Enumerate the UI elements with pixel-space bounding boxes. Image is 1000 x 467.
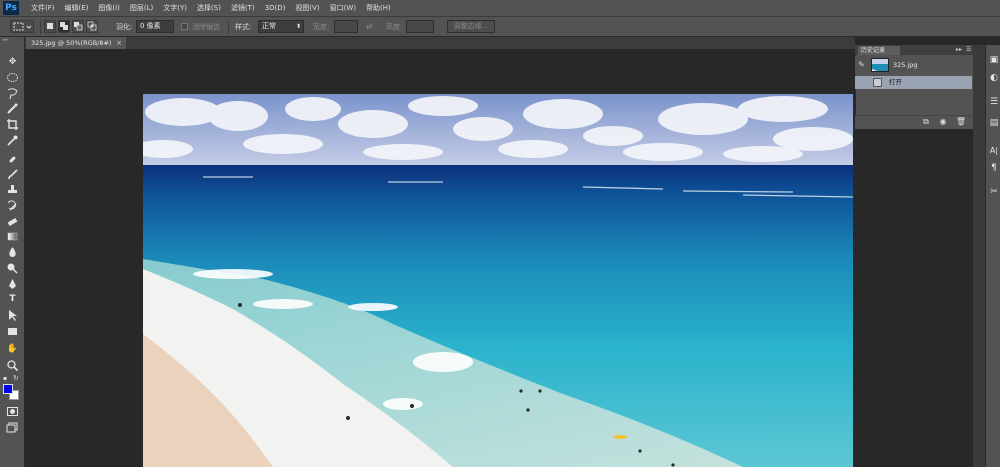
lasso-icon[interactable] [6,87,19,100]
layers-icon[interactable]: ▣ [988,54,1000,66]
swap-icon[interactable]: ⇄ [366,17,373,37]
menu-file[interactable]: 文件(F) [26,0,60,17]
screen-mode-icon[interactable] [6,421,19,434]
add-selection-icon[interactable] [58,20,70,33]
collapse-icon[interactable]: ▸▸ [956,45,962,55]
menu-image[interactable]: 图像(I) [93,0,125,17]
menu-window[interactable]: 窗口(W) [325,0,361,17]
crop-icon[interactable] [6,118,19,131]
menu-view[interactable]: 视图(V) [290,0,324,17]
healing-brush-icon[interactable] [6,153,19,166]
panel-grip[interactable]: ▸▸ [3,38,22,43]
tool-preset-picker[interactable] [10,20,34,33]
menu-filter[interactable]: 滤镜(T) [226,0,260,17]
marquee-preset-icon [13,22,32,31]
zoom-icon[interactable] [6,359,19,372]
menu-3d[interactable]: 3D(D) [260,0,291,17]
menu-edit[interactable]: 编辑(E) [60,0,94,17]
trash-icon[interactable]: 🗑 [955,115,967,129]
panel-menu-icon[interactable]: ☰ [966,45,971,55]
menu-type[interactable]: 文字(Y) [158,0,192,17]
brush-icon[interactable] [6,168,19,181]
options-bar: 羽化: 0 像素 消除锯齿 样式: 正常 ⬍ 宽度: ⇄ 高度: 调整边缘... [0,17,1000,37]
adjustments-icon[interactable]: ◐ [988,72,1000,84]
eraser-icon[interactable] [6,215,19,228]
quick-mask-icon[interactable] [6,405,19,418]
document-tab-bar [25,37,855,49]
menu-layer[interactable]: 图层(L) [125,0,158,17]
document-tab[interactable]: 325.jpg @ 50%(RGB/8#) × [26,37,126,49]
eyedropper-icon[interactable] [6,134,19,147]
history-panel-tab[interactable]: 历史记录 [858,46,900,55]
pen-icon[interactable] [6,278,19,291]
width-input[interactable] [334,20,358,33]
chevron-down-icon: ⬍ [295,23,301,30]
quick-select-icon[interactable] [6,102,19,115]
height-input[interactable] [406,20,434,33]
menu-items: 文件(F) 编辑(E) 图像(I) 图层(L) 文字(Y) 选择(S) 滤镜(T… [26,0,396,17]
menu-select[interactable]: 选择(S) [192,0,226,17]
right-dock [985,45,1000,467]
path-select-icon[interactable] [6,309,19,322]
blur-icon[interactable] [6,246,19,259]
new-document-from-state-icon[interactable]: ⧉ [920,115,932,129]
dodge-icon[interactable] [6,262,19,275]
gradient-icon[interactable] [6,230,19,243]
menu-help[interactable]: 帮助(H) [361,0,396,17]
history-state-label: 打开 [889,78,902,86]
swap-colors-icon[interactable]: ↻ [13,374,21,382]
marquee-icon[interactable] [6,71,19,84]
photoshop-logo: Ps [3,1,19,15]
height-label: 高度: [386,23,403,31]
separator [40,20,41,34]
rectangle-icon[interactable] [6,325,19,338]
antialias-checkbox[interactable] [181,23,188,30]
document-tab-title: 325.jpg @ 50%(RGB/8#) [31,39,112,47]
new-selection-icon[interactable] [44,20,56,33]
subtract-selection-icon[interactable] [72,20,84,33]
close-icon[interactable]: × [116,37,122,49]
hand-icon[interactable]: ✋ [6,343,19,356]
paragraph-icon[interactable]: ¶ [988,162,1000,174]
default-colors-icon[interactable]: ▪ [3,375,11,382]
style-select[interactable]: 正常 ⬍ [258,20,304,33]
antialias-label: 消除锯齿 [192,23,220,31]
character-icon[interactable]: A| [988,145,1000,157]
dock-gap [973,45,985,467]
clone-stamp-icon[interactable] [6,183,19,196]
snapshot-thumbnail [871,58,889,72]
refine-edge-button[interactable]: 调整边缘... [447,20,495,33]
intersect-selection-icon[interactable] [86,20,98,33]
width-label: 宽度: [313,23,330,31]
camera-icon[interactable]: ◉ [937,115,949,129]
swatches-icon[interactable]: ☰ [988,96,1000,108]
foreground-color-swatch[interactable] [3,384,13,394]
snapshot-name: 325.jpg [893,61,918,69]
move-icon[interactable]: ✥ [6,56,19,69]
type-icon[interactable]: T [6,293,19,306]
style-value: 正常 [262,22,276,30]
style-label: 样式: [235,23,252,31]
history-brush-icon[interactable] [6,199,19,212]
beach-photo [143,94,853,467]
separator [228,20,229,34]
document-image[interactable] [143,94,853,467]
tools-panel: ▸▸ ✥ T ✋ ▪ ↻ [0,37,25,467]
document-state-icon [873,78,882,87]
tool-presets-icon[interactable]: ▤ [988,117,1000,129]
feather-label: 羽化: [116,23,133,31]
history-brush-source-icon[interactable]: ✎ [858,60,865,69]
feather-input[interactable]: 0 像素 [136,20,174,33]
brush-presets-icon[interactable]: ✂ [988,186,1000,198]
